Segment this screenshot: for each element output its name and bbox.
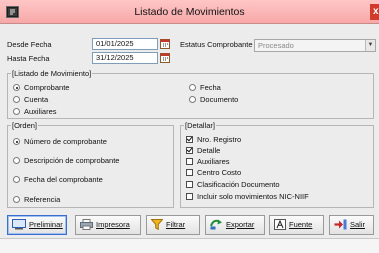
- radio-button-icon[interactable]: [13, 84, 20, 91]
- close-icon[interactable]: x: [370, 4, 379, 20]
- radio-button-icon[interactable]: [189, 96, 196, 103]
- status-bar: [0, 238, 379, 253]
- radio-button-icon[interactable]: [13, 157, 20, 164]
- action-toolbar: Preliminar Impresora Filtrar Exportar Fu…: [7, 215, 374, 235]
- checkbox-icon[interactable]: [186, 181, 193, 188]
- check-clasificacion-documento[interactable]: Clasificación Documento: [186, 180, 280, 190]
- radio-button-icon[interactable]: [189, 84, 196, 91]
- check-nic-niif[interactable]: Incluir solo movimientos NIC-NIIF: [186, 192, 309, 202]
- radio-button-icon[interactable]: [13, 108, 20, 115]
- printer-icon: [80, 219, 93, 230]
- checkbox-icon[interactable]: [186, 136, 193, 143]
- fuente-button[interactable]: Fuente: [269, 215, 324, 235]
- preview-icon: [12, 219, 26, 230]
- export-icon: [210, 219, 222, 230]
- listado-group-title: [Listado de Movimiento]: [11, 69, 93, 78]
- radio-button-icon[interactable]: [13, 138, 20, 145]
- calendar-icon[interactable]: [160, 38, 170, 49]
- radio-button-icon[interactable]: [13, 176, 20, 183]
- preliminar-button[interactable]: Preliminar: [7, 215, 67, 235]
- filtrar-button[interactable]: Filtrar: [146, 215, 200, 235]
- radio-documento[interactable]: Documento: [189, 95, 238, 105]
- estatus-comprobante-label: Estatus Comprobante: [180, 40, 253, 49]
- radio-fecha-comprobante[interactable]: Fecha del comprobante: [13, 175, 103, 185]
- exit-icon: [334, 219, 347, 230]
- radio-referencia[interactable]: Referencia: [13, 195, 60, 205]
- listado-movimientos-window: Listado de Movimientos x Desde Fecha 01/…: [0, 0, 379, 253]
- chevron-down-icon[interactable]: ▼: [365, 40, 375, 51]
- radio-auxiliares[interactable]: Auxiliares: [13, 107, 57, 117]
- salir-button[interactable]: Salir: [329, 215, 374, 235]
- checkbox-icon[interactable]: [186, 147, 193, 154]
- check-auxiliares[interactable]: Auxiliares: [186, 157, 230, 167]
- hasta-fecha-label: Hasta Fecha: [7, 54, 50, 63]
- check-nro-registro[interactable]: Nro. Registro: [186, 135, 241, 145]
- estatus-comprobante-value: Procesado: [258, 41, 294, 50]
- estatus-comprobante-select[interactable]: Procesado ▼: [254, 39, 376, 52]
- radio-button-icon[interactable]: [13, 196, 20, 203]
- radio-fecha[interactable]: Fecha: [189, 83, 221, 93]
- detallar-group-title: [Detallar]: [184, 121, 217, 130]
- checkbox-icon[interactable]: [186, 169, 193, 176]
- desde-fecha-input[interactable]: 01/01/2025: [92, 38, 158, 50]
- check-detalle[interactable]: Detalle: [186, 146, 220, 156]
- radio-descripcion-comprobante[interactable]: Descripción de comprobante: [13, 156, 119, 166]
- window-title: Listado de Movimientos: [134, 6, 245, 18]
- check-centro-costo[interactable]: Centro Costo: [186, 168, 241, 178]
- radio-numero-comprobante[interactable]: Número de comprobante: [13, 137, 107, 147]
- calendar-icon[interactable]: [160, 52, 170, 63]
- radio-cuenta[interactable]: Cuenta: [13, 95, 48, 105]
- exportar-button[interactable]: Exportar: [205, 215, 265, 235]
- radio-button-icon[interactable]: [13, 96, 20, 103]
- font-icon: [274, 219, 286, 230]
- checkbox-icon[interactable]: [186, 193, 193, 200]
- checkbox-icon[interactable]: [186, 158, 193, 165]
- radio-comprobante[interactable]: Comprobante: [13, 83, 69, 93]
- desde-fecha-label: Desde Fecha: [7, 40, 52, 49]
- orden-group-title: [Orden]: [11, 121, 39, 130]
- funnel-icon: [151, 219, 163, 230]
- hasta-fecha-input[interactable]: 31/12/2025: [92, 52, 158, 64]
- title-bar[interactable]: Listado de Movimientos x: [0, 0, 379, 24]
- impresora-button[interactable]: Impresora: [75, 215, 141, 235]
